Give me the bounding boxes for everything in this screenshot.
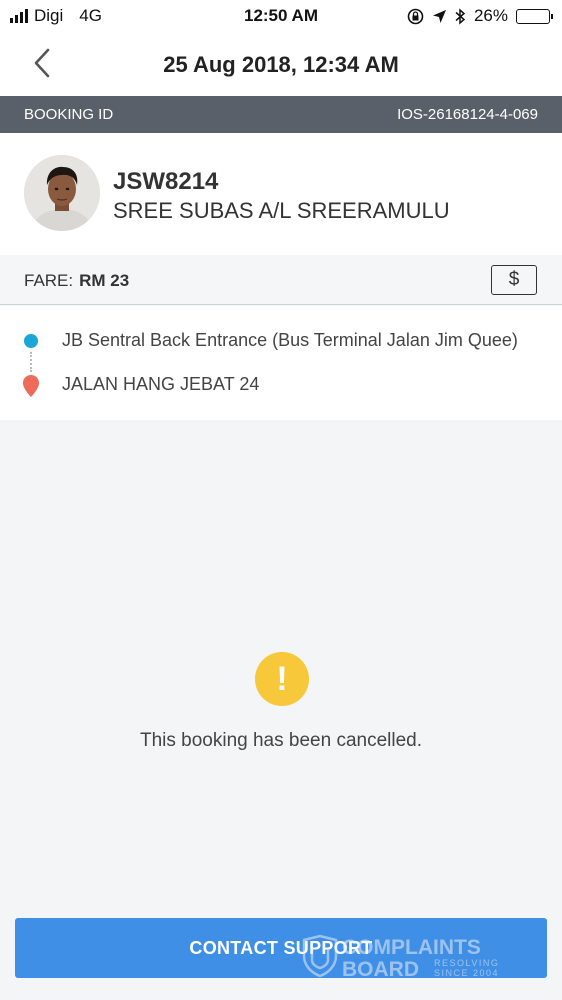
booking-id-label: BOOKING ID bbox=[24, 106, 114, 123]
dropoff-address: JALAN HANG JEBAT 24 bbox=[62, 374, 260, 394]
fare-row: FARE: RM 23 $ bbox=[0, 255, 562, 305]
status-right: 26% bbox=[407, 6, 553, 26]
page-title: 25 Aug 2018, 12:34 AM bbox=[163, 52, 399, 77]
warning-icon: ! bbox=[255, 652, 309, 706]
bluetooth-icon bbox=[455, 7, 466, 25]
watermark-tag2: SINCE 2004 bbox=[434, 968, 499, 978]
watermark-tag1: RESOLVING bbox=[434, 958, 499, 968]
battery-percent: 26% bbox=[473, 6, 508, 25]
vehicle-plate: JSW8214 bbox=[113, 168, 219, 195]
nav-bar: 25 Aug 2018, 12:34 AM bbox=[0, 32, 562, 96]
fare-label-text: FARE: bbox=[24, 271, 74, 290]
pickup-dot-icon bbox=[24, 334, 38, 348]
driver-name: SREE SUBAS A/L SREERAMULU bbox=[113, 198, 450, 223]
booking-id-bar: BOOKING ID IOS-26168124-4-069 bbox=[0, 96, 562, 133]
dropoff-pin-icon bbox=[23, 375, 39, 397]
booking-id-value: IOS-26168124-4-069 bbox=[397, 106, 538, 123]
fare-amount: RM 23 bbox=[79, 271, 130, 290]
driver-card: JSW8214 SREE SUBAS A/L SREERAMULU bbox=[0, 133, 562, 255]
watermark-line1: COMPLAINTS bbox=[342, 936, 481, 959]
route-connector bbox=[30, 352, 32, 372]
orientation-lock-icon bbox=[407, 8, 424, 24]
watermark-logo: COMPLAINTS BOARD RESOLVING SINCE 2004 bbox=[302, 934, 499, 978]
payment-method-icon: $ bbox=[491, 265, 537, 295]
watermark-line2: BOARD bbox=[342, 958, 419, 978]
fare-label: FARE: RM 23 bbox=[24, 271, 129, 291]
battery-icon bbox=[516, 8, 553, 24]
pickup-address: JB Sentral Back Entrance (Bus Terminal J… bbox=[62, 330, 518, 350]
route-card: JB Sentral Back Entrance (Bus Terminal J… bbox=[0, 306, 562, 420]
driver-avatar bbox=[24, 155, 100, 231]
cancelled-message: This booking has been cancelled. bbox=[139, 730, 423, 751]
status-bar: Digi 4G 12:50 AM 26% bbox=[0, 0, 562, 32]
location-arrow-icon bbox=[432, 9, 446, 23]
